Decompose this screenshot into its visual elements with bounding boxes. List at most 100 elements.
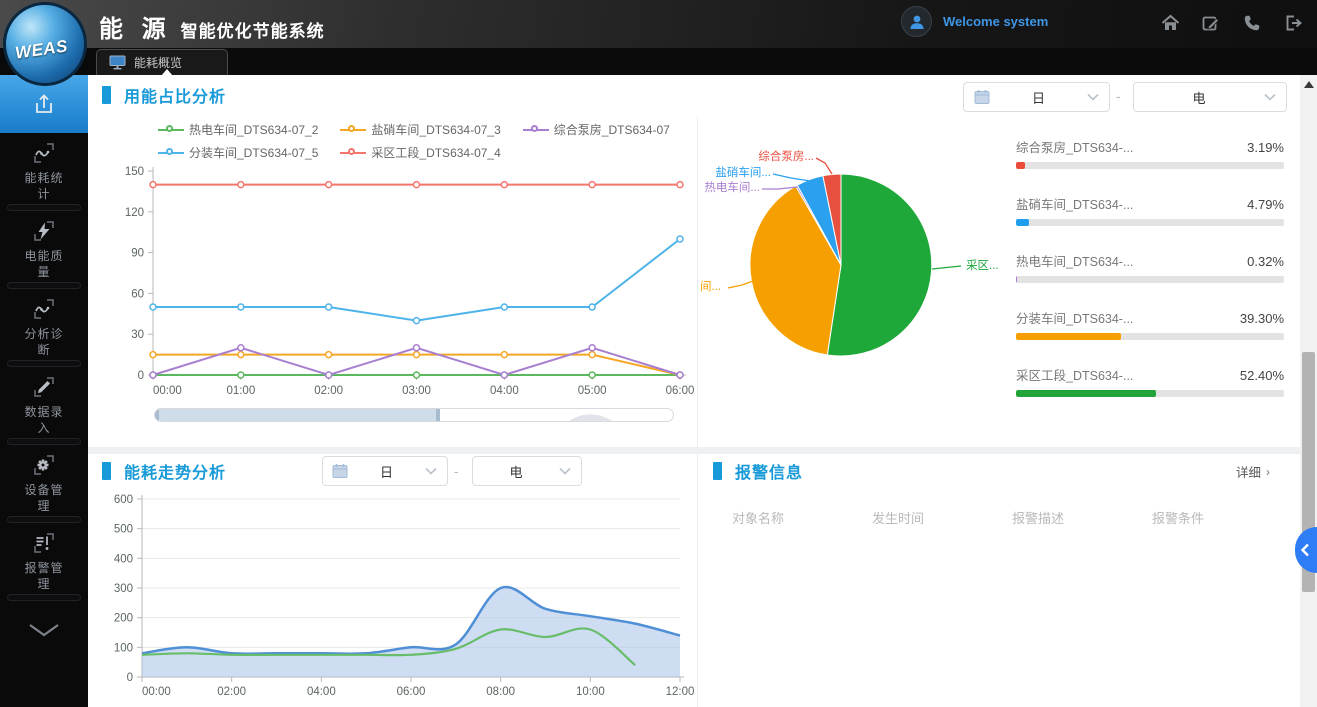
alarm-column-description: 报警描述 (1012, 508, 1064, 527)
edit-icon[interactable] (1201, 13, 1221, 33)
home-icon[interactable] (1160, 13, 1180, 33)
sidebar-item-label: 能耗统计 (21, 170, 67, 202)
scroll-up-arrow[interactable] (1304, 81, 1314, 88)
ranking-bar-track (1016, 390, 1284, 397)
trend-period-select[interactable]: 日 (322, 456, 448, 486)
welcome-text: Welcome system (943, 14, 1048, 29)
sidebar-divider (7, 438, 81, 445)
panel-title-text: 用能占比分析 (124, 83, 226, 107)
sidebar-item-data-entry[interactable]: 数据录入 (0, 367, 88, 445)
title-accent-bar (713, 462, 722, 480)
legend-label: 综合泵房_DTS634-07 (554, 121, 670, 138)
app-window: 能 源 智能优化节能系统 Welcome system WEAS (0, 0, 1317, 707)
sidebar-item-label: 分析诊断 (21, 326, 67, 358)
period-value: 日 (990, 88, 1087, 107)
energy-type-select[interactable]: 电 (1133, 82, 1287, 112)
vertical-divider (697, 454, 698, 707)
ranking-percent: 52.40% (1240, 368, 1284, 383)
svg-text:10:00: 10:00 (576, 686, 605, 698)
svg-text:00:00: 00:00 (153, 385, 182, 397)
legend-marker (523, 125, 549, 135)
sidebar-item-analysis-diagnosis[interactable]: 分析诊断 (0, 289, 88, 367)
svg-text:02:00: 02:00 (314, 385, 343, 397)
legend-marker (340, 148, 366, 158)
overview-icon (31, 91, 57, 117)
legend-marker (158, 148, 184, 158)
svg-text:600: 600 (114, 494, 133, 506)
period-value: 日 (348, 462, 425, 481)
data-zoom-selection[interactable] (155, 409, 440, 421)
legend-label: 盐硝车间_DTS634-07_3 (371, 121, 500, 138)
filter-separator: - (454, 463, 459, 479)
period-select[interactable]: 日 (963, 82, 1110, 112)
detail-link-text: 详细 (1236, 462, 1261, 481)
svg-text:综合泵房...: 综合泵房... (758, 149, 814, 163)
ranking-name: 综合泵房_DTS634-... (1016, 137, 1133, 156)
user-menu[interactable]: Welcome system (901, 6, 1048, 37)
filter-separator: - (1116, 88, 1121, 104)
phone-icon[interactable] (1242, 13, 1262, 33)
sidebar-item-label: 电能质量 (21, 248, 67, 280)
svg-text:03:00: 03:00 (402, 385, 431, 397)
sidebar-item-device-management[interactable]: 设备管理 (0, 445, 88, 523)
app-title: 能 源 智能优化节能系统 (99, 9, 325, 44)
svg-text:60: 60 (131, 288, 144, 300)
logout-icon[interactable] (1283, 13, 1303, 33)
svg-text:12:00: 12:00 (666, 686, 694, 698)
trend-panel-title: 能耗走势分析 (102, 459, 226, 483)
sidebar-divider (7, 204, 81, 211)
proportion-panel-title: 用能占比分析 (102, 83, 226, 107)
title-accent-bar (102, 86, 111, 104)
svg-text:04:00: 04:00 (490, 385, 519, 397)
energy-type-value: 电 (473, 462, 559, 481)
trend-energy-type-select[interactable]: 电 (472, 456, 582, 486)
weas-logo-text: WEAS (13, 36, 68, 63)
lightning-icon (32, 219, 56, 243)
sidebar-divider (7, 360, 81, 367)
ranking-bar-track (1016, 219, 1284, 226)
legend-marker (340, 125, 366, 135)
sidebar-divider (7, 516, 81, 523)
sidebar-item-energy-statistics[interactable]: 能耗统计 (0, 133, 88, 211)
vertical-scrollbar[interactable] (1300, 75, 1317, 707)
ranking-bar-track (1016, 333, 1284, 340)
tab-energy-overview[interactable]: 能耗概览 (96, 49, 228, 75)
ranking-bar-fill (1016, 276, 1017, 283)
weas-logo: WEAS (3, 2, 87, 86)
chevron-right-icon: › (1266, 465, 1270, 479)
ranking-bar-fill (1016, 333, 1121, 340)
svg-text:01:00: 01:00 (226, 385, 255, 397)
sidebar-item-power-quality[interactable]: 电能质量 (0, 211, 88, 289)
panel-title-text: 报警信息 (735, 459, 803, 483)
calendar-icon (332, 463, 348, 479)
svg-text:05:00: 05:00 (578, 385, 607, 397)
ranking-name: 采区工段_DTS634-... (1016, 365, 1133, 384)
ranking-bar-fill (1016, 219, 1029, 226)
ranking-percent: 4.79% (1247, 197, 1284, 212)
app-title-main: 能 源 (99, 9, 172, 44)
pencil-icon (32, 375, 56, 399)
svg-text:100: 100 (114, 642, 133, 654)
ranking-bar-fill (1016, 162, 1025, 169)
svg-text:盐硝车间...: 盐硝车间... (715, 165, 771, 179)
ranking-item: 热电车间_DTS634-...0.32% (1016, 251, 1284, 283)
alarm-detail-link[interactable]: 详细 › (1236, 462, 1270, 481)
sidebar-item-label: 报警管理 (21, 560, 67, 592)
ranking-bar-track (1016, 162, 1284, 169)
svg-text:500: 500 (114, 524, 133, 536)
trend-area-chart: 010020030040050060000:0002:0004:0006:000… (94, 489, 694, 703)
legend-marker (158, 125, 184, 135)
legend-label: 热电车间_DTS634-07_2 (189, 121, 318, 138)
legend-item[interactable]: 热电车间_DTS634-07_2 (158, 121, 318, 138)
proportion-line-chart: 030609012015000:0001:0002:0003:0004:0005… (98, 157, 698, 405)
data-zoom-slider[interactable] (154, 408, 674, 422)
legend-item[interactable]: 盐硝车间_DTS634-07_3 (340, 121, 500, 138)
svg-text:08:00: 08:00 (486, 686, 515, 698)
calendar-icon (974, 89, 990, 105)
active-tab-caret (161, 69, 173, 76)
legend-item[interactable]: 综合泵房_DTS634-07 (523, 121, 670, 138)
sidebar-expand-more[interactable] (0, 601, 88, 659)
sidebar-item-alarm-management[interactable]: 报警管理 (0, 523, 88, 601)
svg-text:06:00: 06:00 (397, 686, 426, 698)
ranking-percent: 39.30% (1240, 311, 1284, 326)
